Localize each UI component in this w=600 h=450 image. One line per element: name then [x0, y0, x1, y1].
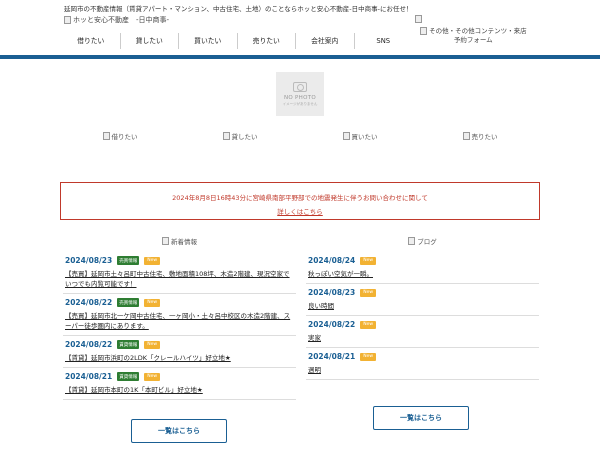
site-logo[interactable]: ホッと安心不動産 -日中商事- — [64, 15, 169, 25]
news-date: 2024/08/22 — [65, 298, 113, 307]
news-title[interactable]: 【売買】延岡市北一ケ岡中古住宅、一ヶ岡小・土々呂中校区の木造2階建、スーパー徒歩… — [65, 311, 296, 331]
new-badge: New — [360, 320, 377, 329]
news-date: 2024/08/21 — [65, 372, 113, 381]
other-links-line1: その他・その他コンテンツ・来店 — [429, 27, 527, 35]
new-badge: New — [144, 298, 161, 307]
camera-icon — [293, 81, 307, 92]
blog-heading: ブログ — [306, 236, 539, 246]
blog-title[interactable]: 秋っぽい空気が一瞬。 — [308, 269, 539, 279]
category-buy[interactable]: 買いたい — [300, 131, 420, 141]
header-broken-image-icon — [415, 15, 422, 23]
category-lease[interactable]: 貸したい — [180, 131, 300, 141]
news-item[interactable]: 2024/08/22 売買情報 New 【売買】延岡市北一ケ岡中古住宅、一ヶ岡小・土… — [63, 294, 296, 336]
news-title[interactable]: 【賃貸】延岡市浜町の2LDK「クレールハイツ」好立地★ — [65, 353, 296, 363]
nav-item-sell[interactable]: 売りたい — [236, 33, 296, 49]
no-photo-placeholder: NO PHOTO イメージがありません — [276, 72, 324, 116]
other-links-line2: 予約フォーム — [453, 36, 493, 44]
news-title[interactable]: 【賃貸】延岡市本町の1K「本町ビル」好立地★ — [65, 385, 296, 395]
notice-link[interactable]: 詳しくはこちら — [61, 206, 539, 216]
news-item[interactable]: 2024/08/21 賃貸情報 New 【賃貸】延岡市本町の1K「本町ビル」好立地★ — [63, 368, 296, 400]
other-links[interactable]: その他・その他コンテンツ・来店 予約フォーム — [420, 27, 527, 45]
category-sell[interactable]: 売りたい — [420, 131, 540, 141]
category-label: 借りたい — [111, 133, 138, 141]
broken-image-icon — [462, 132, 470, 140]
blog-item[interactable]: 2024/08/23 New 良い時間 — [306, 284, 539, 316]
blog-section: ブログ 2024/08/24 New 秋っぽい空気が一瞬。 2024/08/23 N… — [306, 236, 539, 380]
category-badge: 賃貸情報 — [117, 372, 140, 381]
news-date: 2024/08/23 — [65, 256, 113, 265]
blog-title[interactable]: 実家 — [308, 333, 539, 343]
broken-image-icon — [222, 132, 230, 140]
new-badge: New — [144, 340, 161, 349]
new-badge: New — [144, 372, 161, 381]
blog-date: 2024/08/23 — [308, 288, 356, 297]
blog-title[interactable]: 週明 — [308, 365, 539, 375]
blog-item[interactable]: 2024/08/24 New 秋っぽい空気が一瞬。 — [306, 252, 539, 284]
blog-heading-text: ブログ — [417, 238, 437, 246]
news-heading: 新着情報 — [63, 236, 296, 246]
blog-date: 2024/08/22 — [308, 320, 356, 329]
new-badge: New — [360, 288, 377, 297]
category-label: 買いたい — [351, 133, 378, 141]
broken-image-icon — [64, 16, 71, 24]
category-rent[interactable]: 借りたい — [60, 131, 180, 141]
broken-image-icon — [420, 27, 427, 35]
news-date: 2024/08/22 — [65, 340, 113, 349]
no-photo-subtitle: イメージがありません — [282, 101, 318, 106]
blog-date: 2024/08/24 — [308, 256, 356, 265]
news-title[interactable]: 【売買】延岡市土々呂町中古住宅、敷地面積108坪、木造2階建、現況空家でいつでも… — [65, 269, 296, 289]
news-item[interactable]: 2024/08/22 賃貸情報 New 【賃貸】延岡市浜町の2LDK「クレールハイツ… — [63, 336, 296, 368]
blog-more-button[interactable]: 一覧はこちら — [373, 406, 469, 430]
logo-alt-text: ホッと安心不動産 -日中商事- — [73, 16, 170, 24]
category-badge: 売買情報 — [117, 256, 140, 265]
broken-image-icon — [342, 132, 350, 140]
new-badge: New — [360, 256, 377, 265]
news-section: 新着情報 2024/08/23 売買情報 New 【売買】延岡市土々呂町中古住宅、敷… — [63, 236, 296, 400]
news-item[interactable]: 2024/08/23 売買情報 New 【売買】延岡市土々呂町中古住宅、敷地面積10… — [63, 252, 296, 294]
category-links: 借りたい 貸したい 買いたい 売りたい — [60, 131, 540, 141]
no-photo-title: NO PHOTO — [283, 94, 317, 101]
new-badge: New — [360, 352, 377, 361]
earthquake-notice: 2024年8月8日16時43分に宮崎県南部平野部での地震発生に伴うお問い合わせに… — [60, 182, 540, 220]
category-label: 貸したい — [231, 133, 258, 141]
new-badge: New — [144, 256, 161, 265]
broken-image-icon — [102, 132, 110, 140]
news-heading-text: 新着情報 — [171, 238, 197, 246]
nav-item-rent[interactable]: 借りたい — [62, 33, 120, 49]
nav-item-company[interactable]: 会社案内 — [295, 33, 354, 49]
nav-item-sns[interactable]: SNS — [353, 33, 413, 49]
broken-image-icon — [162, 237, 169, 245]
category-label: 売りたい — [471, 133, 498, 141]
category-badge: 賃貸情報 — [117, 340, 140, 349]
header-divider-bar — [0, 55, 600, 59]
nav-item-lease[interactable]: 貸したい — [119, 33, 179, 49]
global-nav: 借りたい 貸したい 買いたい 売りたい 会社案内 SNS — [62, 33, 412, 49]
nav-item-buy[interactable]: 買いたい — [178, 33, 237, 49]
news-more-button[interactable]: 一覧はこちら — [131, 419, 227, 443]
broken-image-icon — [408, 237, 416, 245]
blog-date: 2024/08/21 — [308, 352, 356, 361]
category-badge: 売買情報 — [117, 298, 140, 307]
site-tagline: 延岡市の不動産情報（賃貸アパート・マンション、中古住宅、土地）のことならホッと安… — [64, 5, 413, 13]
blog-item[interactable]: 2024/08/21 New 週明 — [306, 348, 539, 380]
blog-item[interactable]: 2024/08/22 New 実家 — [306, 316, 539, 348]
blog-title[interactable]: 良い時間 — [308, 301, 539, 311]
notice-message: 2024年8月8日16時43分に宮崎県南部平野部での地震発生に伴うお問い合わせに… — [172, 194, 428, 202]
